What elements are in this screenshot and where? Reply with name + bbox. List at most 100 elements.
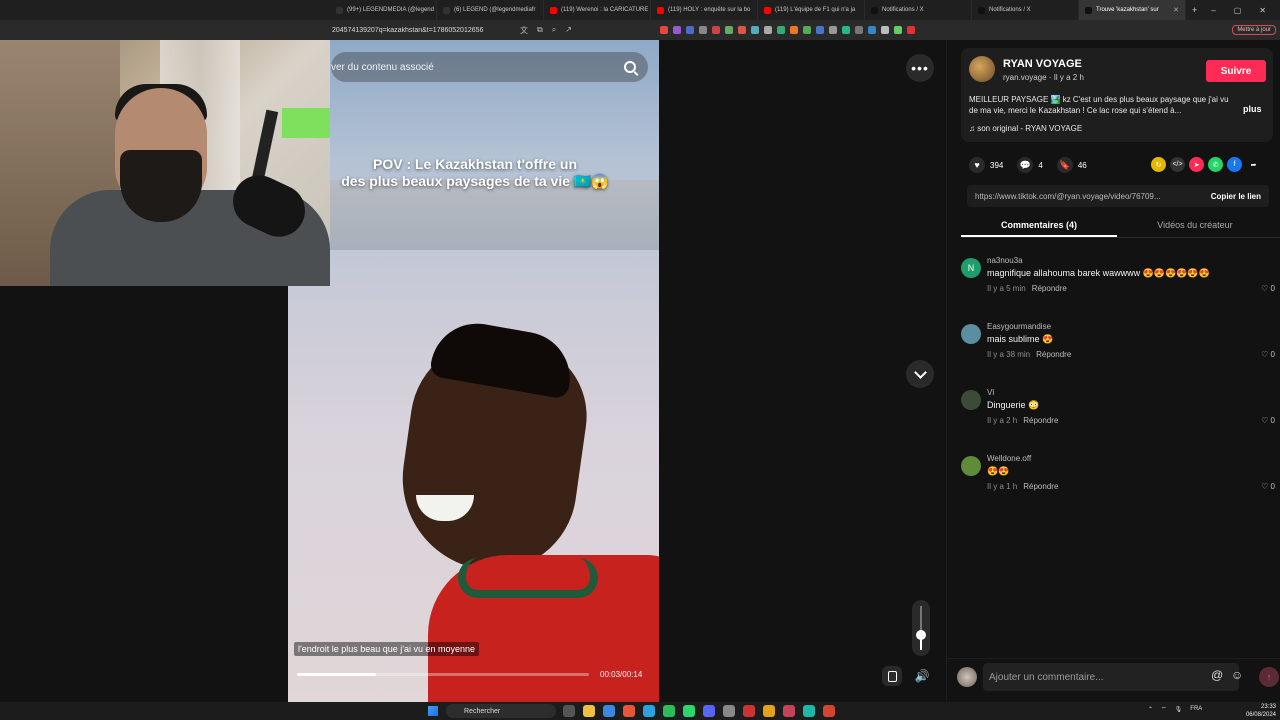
commenter-name[interactable]: na3nou3a: [987, 256, 1023, 265]
chevron-up-icon[interactable]: ⌃: [1148, 706, 1153, 713]
extension-icon[interactable]: [737, 26, 746, 34]
reply-button[interactable]: Répondre: [1023, 416, 1058, 425]
language-indicator[interactable]: FRA: [1190, 706, 1202, 712]
reply-button[interactable]: Répondre: [1023, 482, 1058, 491]
browser-tab[interactable]: (119) L'équipe de F1 qui n'a ja: [758, 0, 865, 20]
share-link[interactable]: https://www.tiktok.com/@ryan.voyage/vide…: [975, 192, 1190, 201]
author-name[interactable]: RYAN VOYAGE: [1003, 58, 1082, 70]
opera-icon[interactable]: [743, 705, 755, 717]
reply-button[interactable]: Répondre: [1032, 284, 1067, 293]
emoji-icon[interactable]: ☺: [1231, 668, 1243, 682]
extension-icon[interactable]: [789, 26, 798, 34]
new-tab-button[interactable]: +: [1186, 0, 1202, 20]
app-icon[interactable]: [823, 705, 835, 717]
close-tab-icon[interactable]: ✕: [1173, 6, 1179, 14]
taskbar-search[interactable]: Rechercher: [446, 704, 556, 718]
maximize-icon[interactable]: ▢: [1234, 6, 1242, 15]
app-icon[interactable]: [803, 705, 815, 717]
extension-icon[interactable]: [685, 26, 694, 34]
brave-icon[interactable]: [623, 705, 635, 717]
telegram-icon[interactable]: [643, 705, 655, 717]
commenter-name[interactable]: Welldone.off: [987, 454, 1031, 463]
extension-icon[interactable]: [659, 26, 668, 34]
extension-icon[interactable]: [698, 26, 707, 34]
comment-input[interactable]: Ajouter un commentaire...: [983, 663, 1239, 691]
more-options-button[interactable]: •••: [906, 54, 934, 82]
spotify-icon[interactable]: [683, 705, 695, 717]
share-page-icon[interactable]: ↗: [565, 25, 572, 36]
commenter-avatar[interactable]: [961, 324, 981, 344]
update-button[interactable]: Mettre à jour: [1232, 25, 1276, 35]
follow-button[interactable]: Suivre: [1206, 60, 1266, 82]
comment-like[interactable]: ♡ 0: [1261, 350, 1275, 359]
repost-icon[interactable]: ↻: [1151, 157, 1166, 172]
commenter-avatar[interactable]: N: [961, 258, 981, 278]
discord-icon[interactable]: [703, 705, 715, 717]
browser-tab[interactable]: (6) LEGEND (@legendmediafr: [437, 0, 544, 20]
comment-like[interactable]: ♡ 0: [1261, 284, 1275, 293]
related-search-bar[interactable]: ver du contenu associé: [331, 52, 648, 82]
tab-comments[interactable]: Commentaires (4): [961, 216, 1117, 237]
mention-icon[interactable]: @: [1211, 668, 1223, 682]
browser-tab[interactable]: (119) Werenoi : la CARICATURE: [544, 0, 651, 20]
whatsapp-taskbar-icon[interactable]: [663, 705, 675, 717]
mini-player-button[interactable]: [882, 666, 902, 686]
send-icon[interactable]: ➤: [1189, 157, 1204, 172]
windows-start-icon[interactable]: [428, 706, 438, 716]
browser-tab[interactable]: Notifications / X: [865, 0, 972, 20]
next-video-button[interactable]: [906, 360, 934, 388]
close-icon[interactable]: ✕: [1259, 6, 1266, 15]
reply-button[interactable]: Répondre: [1036, 350, 1071, 359]
commenter-avatar[interactable]: [961, 390, 981, 410]
open-app-icon[interactable]: ⧉: [537, 25, 543, 36]
share-icon[interactable]: ➦: [1246, 157, 1261, 172]
browser-tab[interactable]: Trouve 'kazakhstan' sur ✕: [1079, 0, 1186, 20]
embed-icon[interactable]: </>: [1170, 157, 1185, 172]
tab-creator-videos[interactable]: Vidéos du créateur: [1117, 216, 1273, 237]
comment-like[interactable]: ♡ 0: [1261, 482, 1275, 491]
extension-icon[interactable]: [750, 26, 759, 34]
url-field[interactable]: 204574139207q=kazakhstan&t=1786052012656: [332, 27, 512, 34]
browser-tab[interactable]: (99+) LEGENDMEDIA (@legend: [330, 0, 437, 20]
task-view-icon[interactable]: [563, 705, 575, 717]
save-action[interactable]: 🔖 46: [1056, 157, 1087, 173]
clock[interactable]: 23:33 06/08/2024: [1246, 703, 1276, 719]
facebook-icon[interactable]: f: [1227, 157, 1242, 172]
extension-icon[interactable]: [867, 26, 876, 34]
comment-like[interactable]: ♡ 0: [1261, 416, 1275, 425]
volume-knob[interactable]: [916, 630, 926, 640]
extension-icon[interactable]: [815, 26, 824, 34]
like-action[interactable]: ♥ 394: [969, 157, 1003, 173]
translate-icon[interactable]: 文: [520, 25, 528, 36]
extension-icon[interactable]: [828, 26, 837, 34]
browser-tab[interactable]: Notifications / X: [972, 0, 1079, 20]
file-explorer-icon[interactable]: [583, 705, 595, 717]
mic-icon[interactable]: 🎙: [1175, 706, 1183, 713]
extension-icon[interactable]: [880, 26, 889, 34]
minimize-icon[interactable]: –: [1211, 6, 1215, 15]
edge-icon[interactable]: [603, 705, 615, 717]
chrome-icon[interactable]: [763, 705, 775, 717]
commenter-avatar[interactable]: [961, 456, 981, 476]
copy-link-button[interactable]: Copier le lien: [1211, 192, 1261, 201]
extension-icon[interactable]: [724, 26, 733, 34]
send-comment-button[interactable]: ↑: [1259, 667, 1279, 687]
wifi-icon[interactable]: ⌔: [1161, 705, 1167, 713]
video-progress-bar[interactable]: [297, 673, 589, 676]
video-player[interactable]: [288, 40, 659, 702]
extension-icon[interactable]: [854, 26, 863, 34]
whatsapp-icon[interactable]: ✆: [1208, 157, 1223, 172]
extension-icon[interactable]: [672, 26, 681, 34]
extension-icon[interactable]: [893, 26, 902, 34]
commenter-name[interactable]: Easygourmandise: [987, 322, 1051, 331]
extension-icon[interactable]: [763, 26, 772, 34]
extension-icon[interactable]: [841, 26, 850, 34]
extension-icon[interactable]: [776, 26, 785, 34]
extension-icon[interactable]: [802, 26, 811, 34]
volume-button[interactable]: 🔊: [910, 666, 934, 686]
search-icon[interactable]: [624, 61, 636, 73]
author-avatar[interactable]: [969, 56, 995, 82]
sound-link[interactable]: ♫ son original - RYAN VOYAGE: [969, 124, 1082, 133]
extension-icon[interactable]: [711, 26, 720, 34]
obs-icon[interactable]: [723, 705, 735, 717]
